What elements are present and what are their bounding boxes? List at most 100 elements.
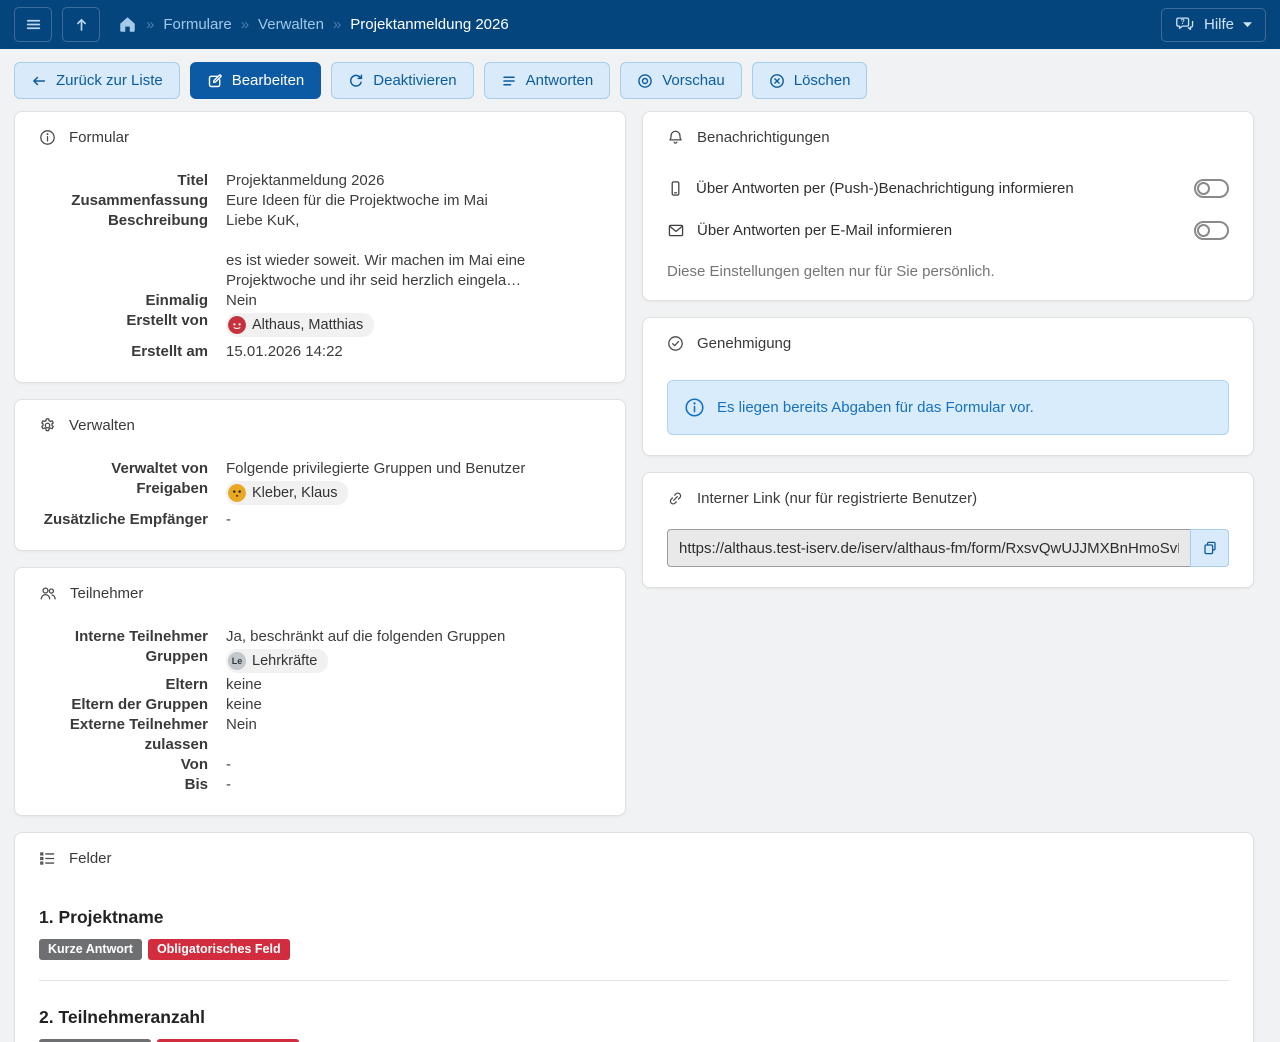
help-button-label: Hilfe [1204,16,1234,33]
group-pill[interactable]: Le Lehrkräfte [226,649,328,673]
edit-button[interactable]: Bearbeiten [190,62,322,99]
beschreibung-value: Liebe KuK, es ist wieder soweit. Wir mac… [226,211,601,291]
field-item: 2. Teilnehmeranzahl Einfachauswahl Oblig… [39,1007,1229,1042]
internal-link-input[interactable] [667,529,1190,567]
zusaetzliche-empfaenger-label: Zusätzliche Empfänger [39,510,226,530]
delete-button[interactable]: Löschen [752,62,868,99]
preview-target-icon [637,73,653,89]
info-circle-icon [684,397,705,418]
link-input-group [667,529,1229,567]
benachrichtigungen-card: Benachrichtigungen Über Antworten per (P… [642,111,1254,301]
field-heading: 1. Projektname [39,907,1229,928]
creator-user-pill[interactable]: Althaus, Matthias [226,313,374,337]
field-type-badge: Kurze Antwort [39,939,142,960]
field-item: 1. Projektname Kurze Antwort Obligatoris… [39,907,1229,960]
copy-link-button[interactable] [1190,529,1229,567]
zusammenfassung-label: Zusammenfassung [39,191,226,211]
verwalten-card-title: Verwalten [69,417,135,434]
scroll-top-button[interactable] [62,7,100,42]
delete-button-label: Löschen [794,72,851,89]
breadcrumb-link-verwalten[interactable]: Verwalten [258,16,324,33]
avatar [228,316,246,334]
teilnehmer-card: Teilnehmer Interne Teilnehmer Ja, beschr… [14,567,626,816]
genehmigung-card: Genehmigung Es liegen bereits Abgaben fü… [642,317,1254,456]
teilnehmer-card-title: Teilnehmer [70,585,143,602]
help-button[interactable]: ? Hilfe [1161,8,1266,42]
info-circle-icon [39,129,56,146]
creator-user-name: Althaus, Matthias [252,315,363,335]
formular-card-title: Formular [69,129,129,146]
verwaltet-von-label: Verwaltet von [39,459,226,479]
help-chat-icon: ? [1175,16,1195,34]
freigaben-user-pill[interactable]: Kleber, Klaus [226,481,348,505]
edit-button-label: Bearbeiten [232,72,305,89]
breadcrumb-separator: » [241,16,249,33]
svg-text:?: ? [1181,19,1185,26]
benachrichtigungen-card-title: Benachrichtigungen [697,129,830,146]
interner-link-card: Interner Link (nur für registrierte Benu… [642,472,1254,588]
home-icon[interactable] [118,15,137,34]
titel-label: Titel [39,171,226,191]
titel-value: Projektanmeldung 2026 [226,171,601,191]
email-notification-toggle[interactable] [1194,221,1229,240]
breadcrumb: » Formulare » Verwalten » Projektanmeldu… [118,15,509,34]
email-notification-label: Über Antworten per E-Mail informieren [697,222,1182,239]
push-notification-toggle[interactable] [1194,179,1229,198]
beschreibung-line-2: es ist wieder soweit. Wir machen im Mai … [226,251,601,291]
info-alert: Es liegen bereits Abgaben für das Formul… [667,380,1229,435]
field-heading: 2. Teilnehmeranzahl [39,1007,1229,1028]
answers-button[interactable]: Antworten [484,62,611,99]
deactivate-button[interactable]: Deaktivieren [331,62,473,99]
arrow-left-icon [31,73,47,89]
answers-button-label: Antworten [526,72,594,89]
von-label: Von [39,755,226,775]
verwaltet-von-value: Folgende privilegierte Gruppen und Benut… [226,459,601,479]
pencil-square-icon [207,73,223,89]
breadcrumb-link-formulare[interactable]: Formulare [163,16,231,33]
preview-button[interactable]: Vorschau [620,62,742,99]
formular-card: Formular Titel Projektanmeldung 2026 Zus… [14,111,626,383]
envelope-icon [667,222,685,239]
gruppen-label: Gruppen [39,647,226,675]
zusammenfassung-value: Eure Ideen für die Projektwoche im Mai [226,191,601,211]
back-to-list-label: Zurück zur Liste [56,72,163,89]
externe-teilnehmer-value: Nein [226,715,601,755]
breadcrumb-separator: » [146,16,154,33]
eltern-value: keine [226,675,601,695]
bis-label: Bis [39,775,226,795]
caret-down-icon [1243,22,1252,28]
link-icon [667,490,684,507]
freigaben-user-name: Kleber, Klaus [252,483,337,503]
eltern-der-gruppen-value: keine [226,695,601,715]
externe-teilnehmer-label: Externe Teilnehmer zulassen [39,715,226,755]
sidebar-menu-button[interactable] [14,7,52,42]
felder-card: Felder 1. Projektname Kurze Antwort Obli… [14,832,1254,1042]
action-toolbar: Zurück zur Liste Bearbeiten Deaktivieren… [14,62,1266,99]
verwalten-card: Verwalten Verwaltet von Folgende privile… [14,399,626,551]
von-value: - [226,755,601,775]
field-divider [39,980,1229,981]
back-to-list-button[interactable]: Zurück zur Liste [14,62,180,99]
deactivate-button-label: Deaktivieren [373,72,456,89]
info-alert-text: Es liegen bereits Abgaben für das Formul… [717,399,1034,416]
interner-link-card-title: Interner Link (nur für registrierte Benu… [697,490,977,507]
beschreibung-label: Beschreibung [39,211,226,291]
genehmigung-card-title: Genehmigung [697,335,791,352]
erstellt-von-label: Erstellt von [39,311,226,342]
check-circle-icon [667,335,684,352]
hamburger-icon [25,16,42,33]
field-required-badge: Obligatorisches Feld [148,939,290,960]
interne-teilnehmer-value: Ja, beschränkt auf die folgenden Gruppen [226,627,601,647]
list-icon [39,850,56,867]
list-lines-icon [501,73,517,89]
bis-value: - [226,775,601,795]
interne-teilnehmer-label: Interne Teilnehmer [39,627,226,647]
erstellt-am-value: 15.01.2026 14:22 [226,342,601,362]
top-navbar: » Formulare » Verwalten » Projektanmeldu… [0,0,1280,49]
breadcrumb-current-page: Projektanmeldung 2026 [350,16,508,33]
people-icon [39,585,57,602]
freigaben-label: Freigaben [39,479,226,510]
group-name: Lehrkräfte [252,651,317,671]
felder-card-title: Felder [69,850,112,867]
gear-icon [39,417,56,434]
